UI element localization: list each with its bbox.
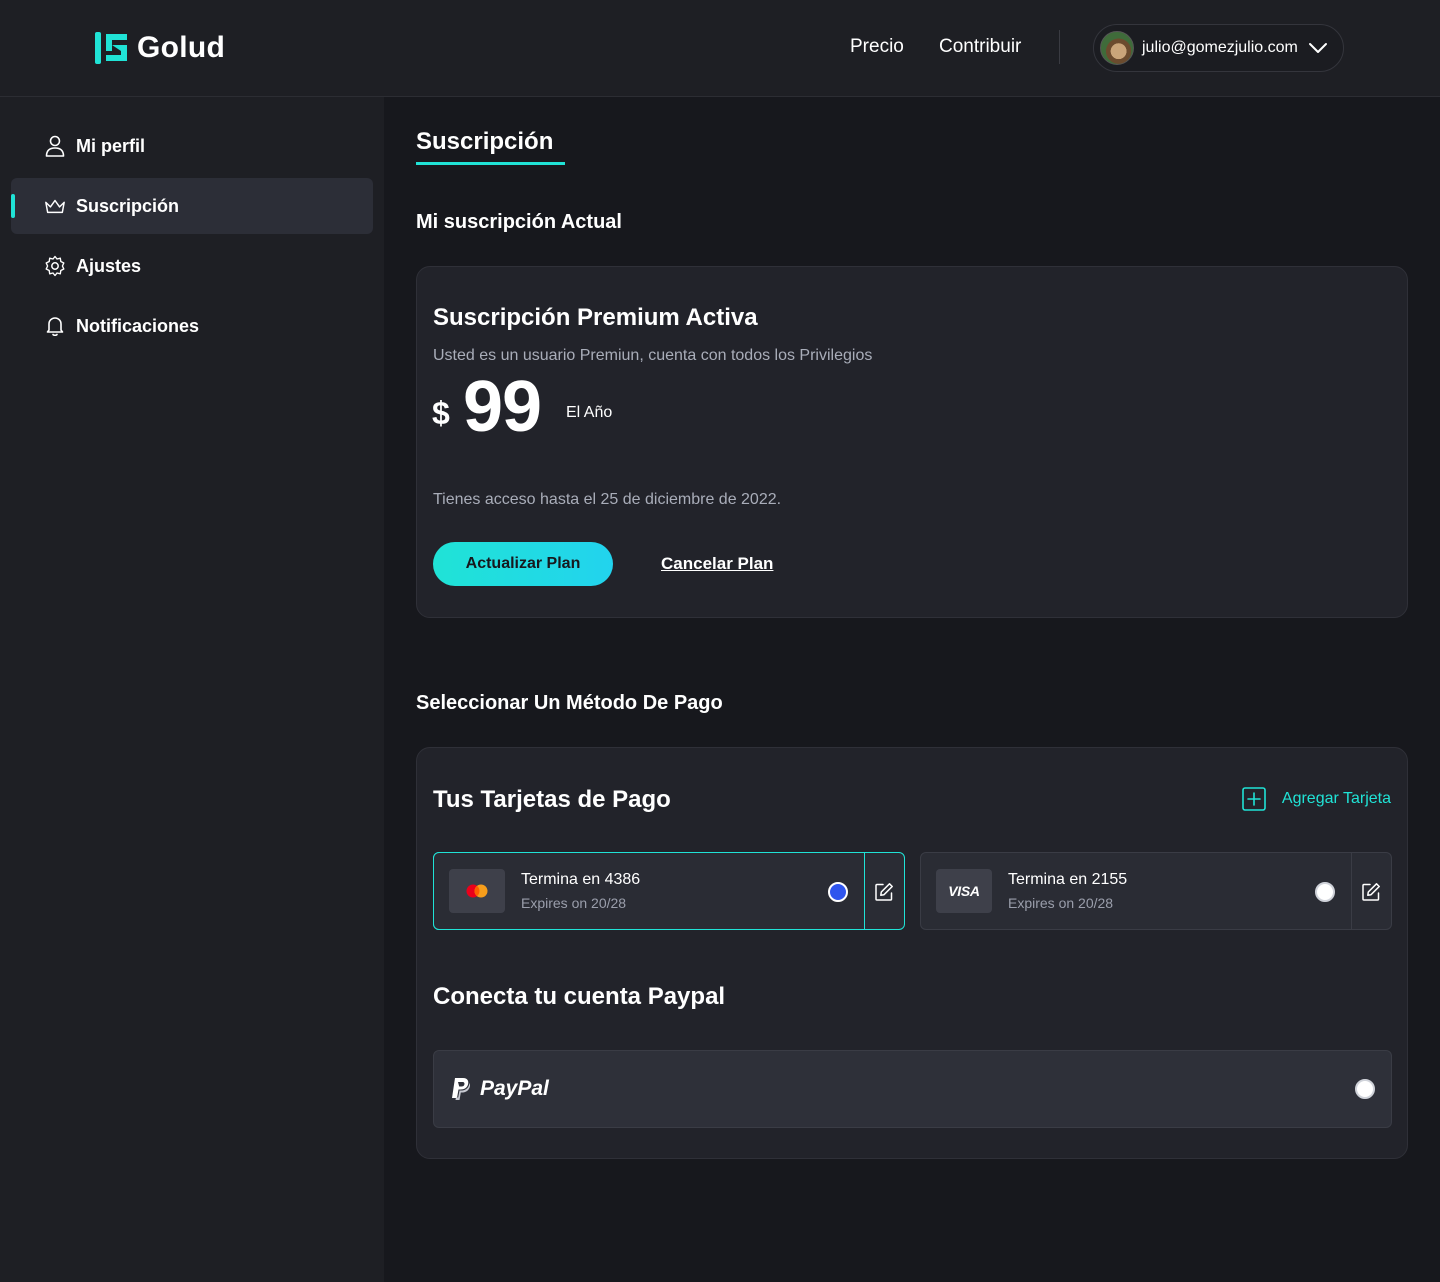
- price-currency: $: [432, 395, 450, 431]
- card-number: Termina en 2155: [1008, 871, 1128, 888]
- paypal-option[interactable]: PayPal: [433, 1050, 1392, 1128]
- sidebar-item-label: Notificaciones: [76, 315, 200, 336]
- payment-card-mastercard: Termina en 4386 Expires on 20/28: [433, 852, 905, 930]
- plus-square-icon: [1242, 787, 1266, 811]
- payment-card-visa: VISA Termina en 2155 Expires on 20/28: [920, 852, 1392, 930]
- logo-icon: [95, 32, 127, 64]
- edit-icon[interactable]: [1359, 880, 1383, 904]
- sidebar-item-ajustes[interactable]: Ajustes: [11, 238, 373, 294]
- sidebar-item-label: Suscripción: [76, 195, 180, 216]
- price-amount: 99: [463, 367, 542, 447]
- mastercard-logo-icon: [449, 869, 505, 913]
- top-header: Golud Precio Contribuir julio@gomezjulio…: [0, 0, 1440, 97]
- add-card-label: Agregar Tarjeta: [1281, 790, 1391, 807]
- paypal-logo-icon: [452, 1078, 471, 1100]
- nav-link-contribuir[interactable]: Contribuir: [939, 36, 1021, 58]
- paypal-radio[interactable]: [1355, 1079, 1375, 1099]
- nav-divider: [1059, 30, 1060, 64]
- cancel-plan-link[interactable]: Cancelar Plan: [661, 554, 773, 574]
- sidebar: Mi perfil Suscripción Ajustes Notificaci…: [0, 97, 384, 1282]
- edit-icon[interactable]: [872, 880, 896, 904]
- sidebar-item-label: Mi perfil: [76, 135, 146, 156]
- payment-method-heading: Seleccionar Un Método De Pago: [416, 692, 723, 714]
- card-select-area[interactable]: Termina en 4386 Expires on 20/28: [433, 852, 865, 930]
- access-until-text: Tienes acceso hasta el 25 de diciembre d…: [433, 491, 782, 508]
- add-card-button[interactable]: Agregar Tarjeta: [1242, 787, 1391, 811]
- sidebar-item-mi-perfil[interactable]: Mi perfil: [11, 118, 373, 174]
- user-icon: [44, 135, 66, 157]
- avatar: [1100, 31, 1134, 65]
- brand-name: Golud: [137, 31, 226, 64]
- visa-logo-icon: VISA: [936, 869, 992, 913]
- sidebar-item-label: Ajustes: [76, 255, 142, 276]
- subscription-description: Usted es un usuario Premiun, cuenta con …: [433, 347, 873, 364]
- cards-title: Tus Tarjetas de Pago: [433, 786, 671, 813]
- logo[interactable]: Golud: [95, 30, 225, 66]
- visa-brand-text: VISA: [948, 883, 980, 899]
- card-expiry: Expires on 20/28: [521, 895, 627, 911]
- card-radio[interactable]: [828, 882, 848, 902]
- sidebar-item-notificaciones[interactable]: Notificaciones: [11, 298, 373, 354]
- crown-icon: [44, 195, 66, 217]
- subscription-title: Suscripción Premium Activa: [433, 304, 758, 331]
- current-subscription-heading: Mi suscripción Actual: [416, 211, 622, 233]
- price-period: El Año: [566, 404, 613, 421]
- title-underline: [416, 162, 565, 165]
- paypal-label: PayPal: [480, 1077, 549, 1100]
- sidebar-item-suscripcion[interactable]: Suscripción: [11, 178, 373, 234]
- card-expiry: Expires on 20/28: [1008, 895, 1114, 911]
- card-number: Termina en 4386: [521, 871, 641, 888]
- chevron-down-icon: [1308, 43, 1327, 53]
- gear-icon: [44, 255, 66, 277]
- active-indicator: [11, 194, 15, 218]
- user-email: julio@gomezjulio.com: [1142, 39, 1298, 56]
- user-menu[interactable]: julio@gomezjulio.com: [1093, 24, 1344, 72]
- nav-link-precio[interactable]: Precio: [850, 36, 904, 58]
- paypal-title: Conecta tu cuenta Paypal: [433, 983, 726, 1010]
- card-select-area[interactable]: VISA Termina en 2155 Expires on 20/28: [921, 853, 1352, 929]
- upgrade-plan-button[interactable]: Actualizar Plan: [433, 542, 613, 586]
- page-title: Suscripción: [416, 128, 554, 155]
- payment-card: Tus Tarjetas de Pago Agregar Tarjeta Ter…: [416, 747, 1408, 1159]
- card-radio[interactable]: [1315, 882, 1335, 902]
- subscription-card: Suscripción Premium Activa Usted es un u…: [416, 266, 1408, 618]
- bell-icon: [44, 315, 66, 337]
